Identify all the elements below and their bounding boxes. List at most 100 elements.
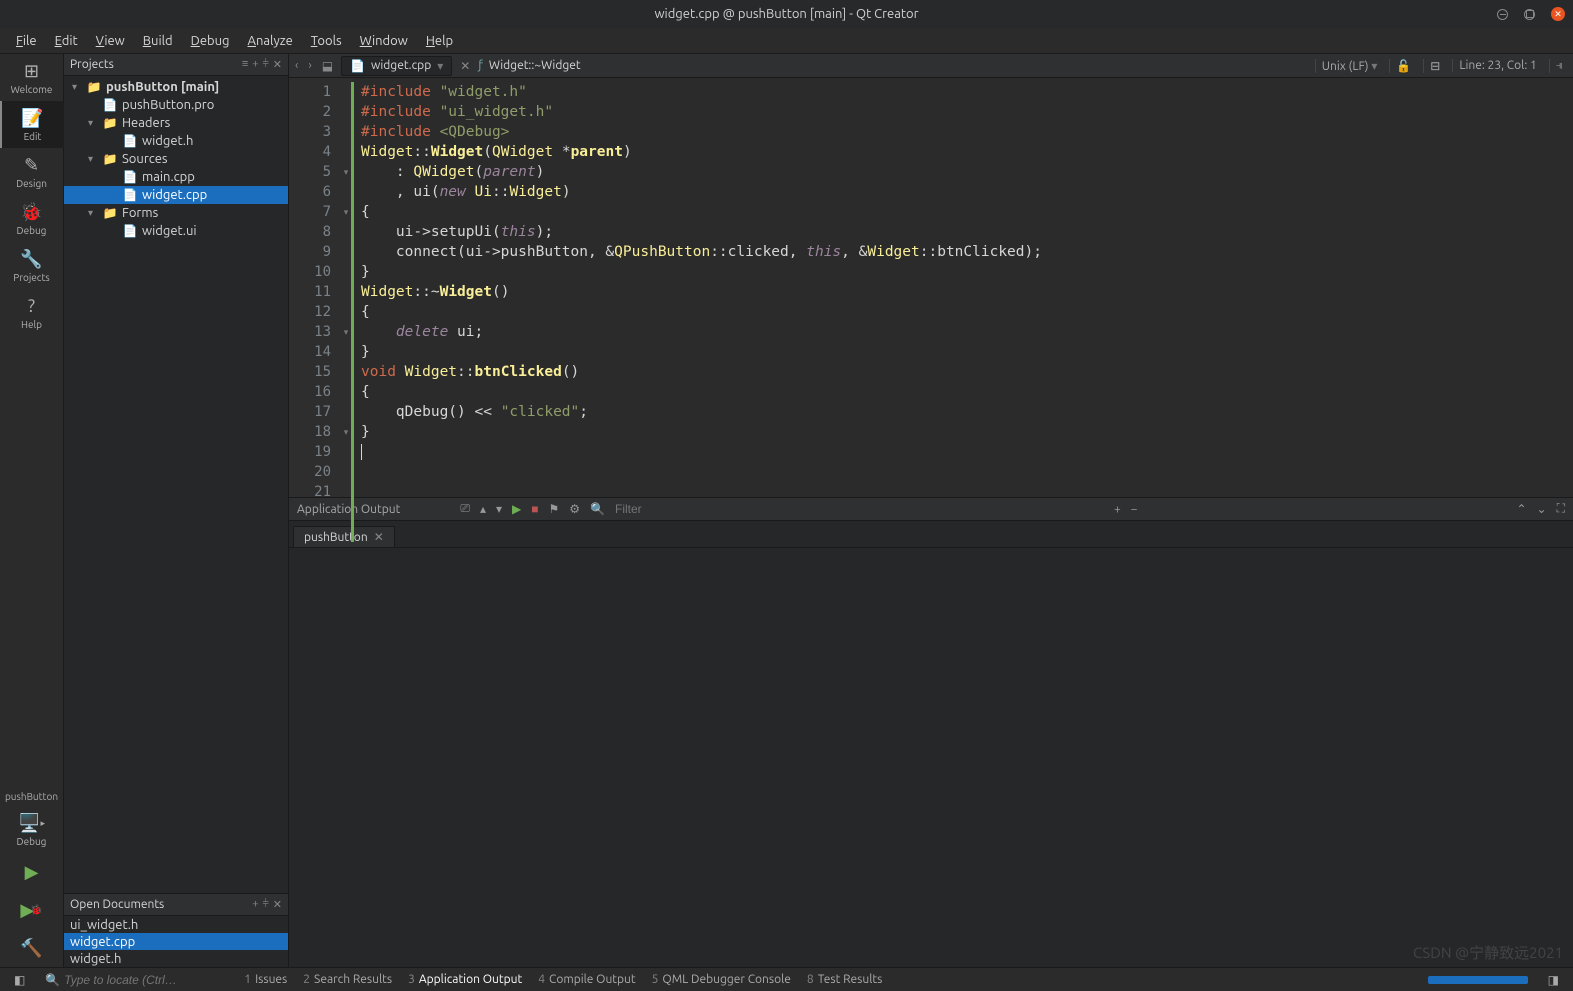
close-tab-icon[interactable]: ✕	[374, 530, 384, 544]
output-max-icon[interactable]: ⛶	[1557, 502, 1565, 516]
filter-icon[interactable]: ≡	[242, 58, 248, 71]
rail-welcome[interactable]: ⊞Welcome	[0, 54, 64, 101]
open-doc-item[interactable]: widget.h	[64, 950, 288, 967]
symbol-selector[interactable]: ƒ Widget::~Widget	[478, 59, 580, 72]
menu-help[interactable]: Help	[418, 30, 461, 52]
editor-area: ‹ › ⬓ 📄 widget.cpp ▾ ✕ ƒ Widget::~Widget…	[289, 54, 1573, 967]
current-symbol-label: Widget::~Widget	[489, 59, 581, 72]
menu-edit[interactable]: Edit	[47, 30, 86, 52]
run-button[interactable]: ▶	[0, 853, 64, 891]
menu-tools[interactable]: Tools	[303, 30, 350, 52]
outline-icon[interactable]: ⊟	[1423, 59, 1446, 73]
locator[interactable]: 🔍	[37, 973, 232, 987]
rail-projects[interactable]: 🔧Projects	[0, 242, 64, 289]
code-area[interactable]: #include "widget.h"#include "ui_widget.h…	[353, 78, 1573, 497]
mode-rail: ⊞Welcome📝Edit✎Design🐞Debug🔧Projects?Help…	[0, 54, 64, 967]
nav-fwd-icon[interactable]: ›	[306, 59, 313, 72]
line-ending-selector[interactable]: Unix (LF) ▾	[1315, 59, 1384, 73]
statusbar: ◧ 🔍 1 Issues2 Search Results3 Applicatio…	[0, 967, 1573, 991]
tree-item[interactable]: ▾📁Sources	[64, 150, 288, 168]
split-icon[interactable]: ⫩	[262, 58, 268, 71]
function-icon: ƒ	[478, 59, 483, 72]
menu-file[interactable]: File	[8, 30, 45, 52]
rail-debug[interactable]: 🐞Debug	[0, 195, 64, 242]
stop-icon[interactable]: ■	[531, 502, 538, 516]
menu-build[interactable]: Build	[135, 30, 181, 52]
progress-bar	[1420, 976, 1536, 984]
split-icon[interactable]: ⫩	[262, 898, 268, 911]
tree-item[interactable]: 📄widget.h	[64, 132, 288, 150]
pane-application-output[interactable]: 3 Application Output	[400, 973, 530, 986]
output-up2-icon[interactable]: ⌃	[1516, 502, 1526, 516]
main-body: ⊞Welcome📝Edit✎Design🐞Debug🔧Projects?Help…	[0, 54, 1573, 967]
line-gutter[interactable]: 1234567891011121314151617181920212223	[289, 78, 339, 497]
menu-analyze[interactable]: Analyze	[240, 30, 301, 52]
close-panel-icon[interactable]: ✕	[273, 58, 282, 71]
tree-item[interactable]: 📄widget.ui	[64, 222, 288, 240]
output-down2-icon[interactable]: ⌄	[1537, 502, 1547, 516]
attach-icon[interactable]: ⚑	[549, 502, 560, 516]
pane-compile-output[interactable]: 4 Compile Output	[530, 973, 643, 986]
readonly-icon[interactable]: 🔓	[1389, 59, 1417, 73]
build-button[interactable]: 🔨	[0, 929, 64, 967]
rail-bottom: pushButton 🖥️▸ Debug ▶▶🐞🔨	[0, 787, 63, 967]
open-documents-panel: Open Documents + ⫩ ✕ ui_widget.hwidget.c…	[64, 893, 288, 967]
file-selector[interactable]: 📄 widget.cpp ▾	[341, 56, 452, 76]
output-gear-icon[interactable]: ⚙	[569, 502, 580, 516]
menu-view[interactable]: View	[88, 30, 133, 52]
run-icon[interactable]: ▶	[512, 502, 521, 516]
pane-issues[interactable]: 1 Issues	[236, 973, 295, 986]
tree-item[interactable]: 📄main.cpp	[64, 168, 288, 186]
add-output-icon[interactable]: +	[1114, 503, 1121, 516]
open-docs-list[interactable]: ui_widget.hwidget.cppwidget.h	[64, 916, 288, 967]
project-tree[interactable]: ▾📁pushButton [main]📄pushButton.pro▾📁Head…	[64, 76, 288, 893]
open-docs-title: Open Documents	[70, 898, 164, 911]
right-sidebar-toggle-icon[interactable]: ◨	[1540, 973, 1567, 987]
code-editor[interactable]: 1234567891011121314151617181920212223 ▾▾…	[289, 78, 1573, 497]
target-selector[interactable]: 🖥️▸ Debug	[0, 806, 64, 853]
output-title: Application Output	[297, 503, 400, 516]
remove-output-icon[interactable]: −	[1131, 503, 1138, 516]
cursor-position: Line: 23, Col: 1	[1452, 59, 1542, 72]
output-body[interactable]	[289, 547, 1573, 967]
minimize-button[interactable]	[1497, 9, 1508, 20]
bookmark-icon[interactable]: ⬓	[320, 59, 335, 73]
close-button[interactable]	[1551, 7, 1565, 21]
output-settings-icon[interactable]: ⎚	[460, 502, 470, 516]
pane-search-results[interactable]: 2 Search Results	[295, 973, 400, 986]
close-panel-icon[interactable]: ✕	[273, 898, 282, 911]
output-tab-pushbutton[interactable]: pushButton ✕	[293, 526, 395, 547]
titlebar: widget.cpp @ pushButton [main] - Qt Crea…	[0, 0, 1573, 28]
output-up-icon[interactable]: ▴	[480, 502, 486, 516]
current-file-label: widget.cpp	[371, 59, 431, 72]
menu-window[interactable]: Window	[352, 30, 416, 52]
rail-design[interactable]: ✎Design	[0, 148, 64, 195]
open-doc-item[interactable]: ui_widget.h	[64, 916, 288, 933]
output-down-icon[interactable]: ▾	[496, 502, 502, 516]
nav-back-icon[interactable]: ‹	[293, 59, 300, 72]
close-file-icon[interactable]: ✕	[458, 59, 472, 73]
maximize-button[interactable]	[1524, 9, 1535, 20]
tree-item[interactable]: ▾📁Headers	[64, 114, 288, 132]
sidebar-toggle-icon[interactable]: ◧	[6, 973, 33, 987]
tree-item[interactable]: 📄pushButton.pro	[64, 96, 288, 114]
menu-debug[interactable]: Debug	[183, 30, 238, 52]
split-editor-icon[interactable]: ⫣	[1549, 59, 1569, 73]
output-filter-input[interactable]	[615, 502, 735, 516]
tree-item[interactable]: 📄widget.cpp	[64, 186, 288, 204]
projects-title: Projects	[70, 58, 114, 71]
rail-help[interactable]: ?Help	[0, 289, 64, 336]
tree-item[interactable]: ▾📁Forms	[64, 204, 288, 222]
rail-edit[interactable]: 📝Edit	[0, 101, 64, 148]
build-mode-label: Debug	[17, 836, 47, 847]
pane-test-results[interactable]: 8 Test Results	[799, 973, 890, 986]
debug-run-button[interactable]: ▶🐞	[0, 891, 64, 929]
tree-item[interactable]: ▾📁pushButton [main]	[64, 78, 288, 96]
pane-qml-debugger-console[interactable]: 5 QML Debugger Console	[644, 973, 799, 986]
window-controls	[1497, 7, 1565, 21]
menubar: File Edit View Build Debug Analyze Tools…	[0, 28, 1573, 54]
locator-input[interactable]	[64, 973, 224, 987]
add-icon[interactable]: +	[252, 898, 258, 911]
add-icon[interactable]: +	[252, 58, 258, 71]
open-doc-item[interactable]: widget.cpp	[64, 933, 288, 950]
